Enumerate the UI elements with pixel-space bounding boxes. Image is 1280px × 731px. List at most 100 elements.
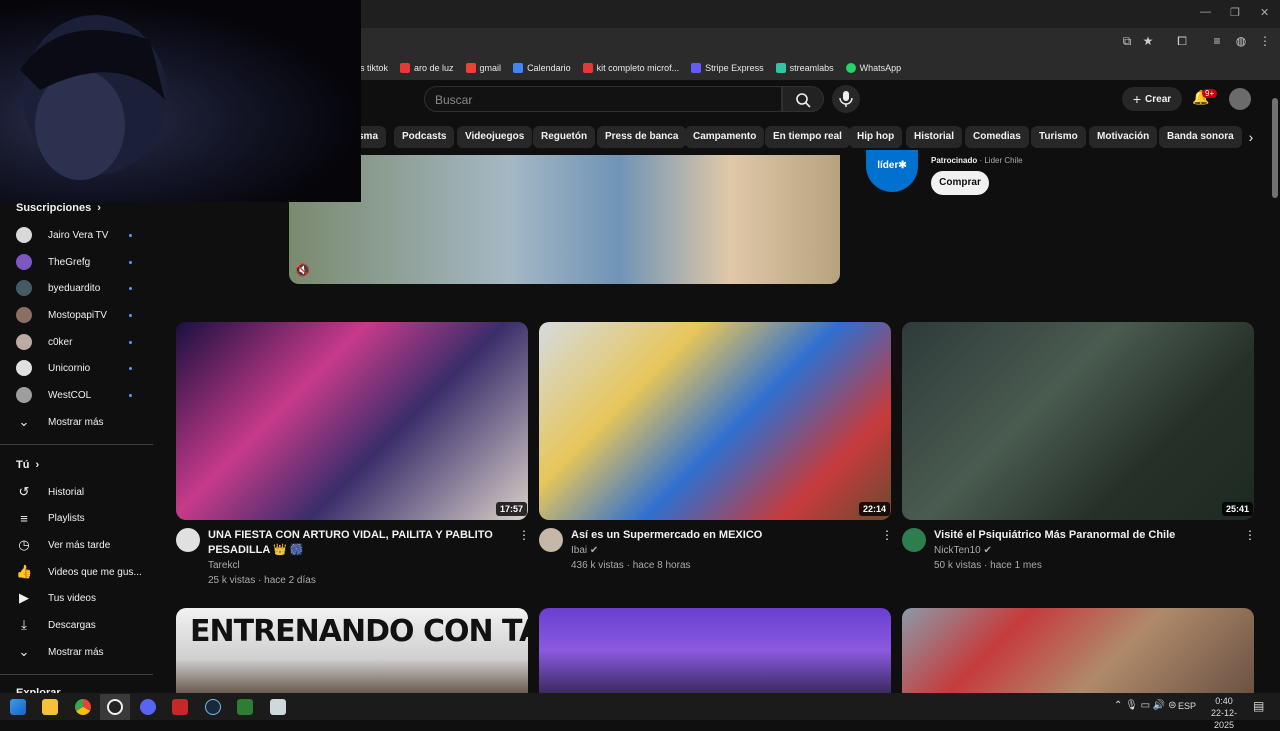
obs-icon[interactable] bbox=[107, 699, 123, 715]
chip[interactable]: Hip hop bbox=[849, 126, 903, 148]
subscriptions-header[interactable]: Suscripciones › bbox=[16, 202, 101, 214]
chip[interactable]: Reguetón bbox=[533, 126, 596, 148]
media-controls-icon[interactable]: ≡ bbox=[1210, 34, 1224, 48]
sidebar-item-liked-videos[interactable]: 👍 Videos que me gus... bbox=[16, 562, 142, 582]
you-header[interactable]: Tú › bbox=[16, 459, 39, 471]
video-channel-row: NickTen10 ✔ bbox=[934, 543, 992, 558]
advertiser-name[interactable]: Lider Chile bbox=[984, 156, 1022, 165]
sidebar-channel[interactable]: Jairo Vera TV bbox=[16, 225, 108, 245]
bookmark-stripe[interactable]: Stripe Express bbox=[691, 63, 764, 73]
calendar-icon bbox=[513, 63, 524, 73]
video-channel-row: Ibai ✔ bbox=[571, 543, 598, 558]
muted-icon[interactable]: 🔇 bbox=[295, 263, 310, 277]
chip[interactable]: Banda sonora bbox=[1159, 126, 1242, 148]
account-avatar[interactable] bbox=[1229, 88, 1251, 110]
channel-name: MostopapiTV bbox=[48, 309, 107, 321]
app-icon[interactable] bbox=[237, 699, 253, 715]
chip[interactable]: Turismo bbox=[1031, 126, 1086, 148]
chip[interactable]: Comedias bbox=[965, 126, 1029, 148]
video-title[interactable]: Así es un Supermercado en MEXICO bbox=[571, 528, 861, 543]
ad-cta-button[interactable]: Comprar bbox=[931, 171, 989, 195]
chip[interactable]: Podcasts bbox=[394, 126, 455, 148]
clock[interactable]: 0:40 22-12-2025 bbox=[1201, 695, 1247, 731]
maximize-icon[interactable]: ❐ bbox=[1230, 6, 1240, 19]
voice-search-button[interactable] bbox=[832, 85, 860, 113]
bookmark-calendario[interactable]: Calendario bbox=[513, 63, 571, 73]
chip[interactable]: Campamento bbox=[685, 126, 765, 148]
channel-name: WestCOL bbox=[48, 389, 92, 401]
minimize-icon[interactable]: — bbox=[1200, 6, 1211, 18]
more-actions-icon[interactable]: ⋮ bbox=[1244, 528, 1256, 542]
video-title[interactable]: UNA FIESTA CON ARTURO VIDAL, PAILITA Y P… bbox=[208, 528, 498, 558]
file-explorer-icon[interactable] bbox=[42, 699, 58, 715]
video-channel[interactable]: Tarekcl bbox=[208, 558, 240, 573]
chip[interactable]: En tiempo real bbox=[765, 126, 850, 148]
language-indicator[interactable]: ESP bbox=[1178, 701, 1196, 711]
windows-start-icon[interactable] bbox=[10, 699, 26, 715]
bookmark-aro-de-luz[interactable]: aro de luz bbox=[400, 63, 454, 73]
video-thumbnail[interactable] bbox=[176, 322, 528, 520]
bookmark-label: gmail bbox=[479, 63, 502, 73]
system-tray[interactable]: ⌃ 🎙 ▭ 🔊 ⊜ bbox=[1114, 700, 1176, 711]
video-channel[interactable]: Ibai bbox=[571, 545, 587, 556]
bookmark-kit-microfono[interactable]: kit completo microf... bbox=[582, 63, 679, 73]
menu-kebab-icon[interactable]: ⋮ bbox=[1258, 34, 1272, 48]
video-thumbnail[interactable] bbox=[539, 322, 891, 520]
chevron-right-icon: › bbox=[97, 202, 101, 214]
notification-center-icon[interactable]: ▤ bbox=[1253, 699, 1264, 713]
sidebar-item-downloads[interactable]: ⤓ Descargas bbox=[16, 615, 96, 635]
profile-icon[interactable]: ◍ bbox=[1234, 34, 1248, 48]
chip[interactable]: Motivación bbox=[1089, 126, 1158, 148]
bookmark-tiktok[interactable]: s tiktok bbox=[360, 63, 388, 73]
bookmark-star-icon[interactable]: ★ bbox=[1141, 34, 1155, 48]
video-channel[interactable]: NickTen10 bbox=[934, 545, 981, 556]
chip[interactable]: Historial bbox=[906, 126, 963, 148]
chrome-icon[interactable] bbox=[75, 699, 91, 715]
video-thumbnail[interactable] bbox=[539, 608, 891, 693]
sidebar-channel[interactable]: c0ker bbox=[16, 332, 72, 352]
bookmark-streamlabs[interactable]: streamlabs bbox=[775, 63, 834, 73]
bookmark-whatsapp[interactable]: WhatsApp bbox=[845, 63, 901, 73]
sidebar-channel[interactable]: MostopapiTV bbox=[16, 305, 107, 325]
search-input[interactable]: Buscar bbox=[424, 86, 782, 112]
sidebar-channel[interactable]: Unicornio bbox=[16, 358, 90, 378]
sidebar-channel[interactable]: WestCOL bbox=[16, 385, 91, 405]
app-icon[interactable] bbox=[270, 699, 286, 715]
sidebar-channel[interactable]: TheGrefg bbox=[16, 252, 90, 272]
close-icon[interactable]: ✕ bbox=[1260, 6, 1269, 19]
more-actions-icon[interactable]: ⋮ bbox=[518, 528, 530, 542]
extensions-icon[interactable]: ⧠ bbox=[1175, 34, 1189, 48]
video-thumbnail[interactable] bbox=[902, 322, 1254, 520]
show-more-subscriptions[interactable]: ⌄ Mostrar más bbox=[16, 412, 104, 432]
channel-avatar[interactable] bbox=[176, 528, 200, 552]
chevron-right-icon[interactable]: › bbox=[1240, 126, 1262, 148]
video-title[interactable]: Visité el Psiquiátrico Más Paranormal de… bbox=[934, 528, 1224, 543]
discord-icon[interactable] bbox=[140, 699, 156, 715]
video-thumbnail[interactable]: ENTRENANDO CON TADE bbox=[176, 608, 528, 693]
install-app-icon[interactable]: ⧉ bbox=[1120, 34, 1134, 48]
search-button[interactable] bbox=[782, 86, 824, 112]
sidebar-item-watch-later[interactable]: ◷ Ver más tarde bbox=[16, 535, 110, 555]
app-icon[interactable] bbox=[172, 699, 188, 715]
chip[interactable]: Videojuegos bbox=[457, 126, 533, 148]
chip[interactable]: Press de banca bbox=[597, 126, 687, 148]
create-button[interactable]: + Crear bbox=[1122, 87, 1182, 111]
channel-avatar[interactable] bbox=[902, 528, 926, 552]
subscriptions-title: Suscripciones bbox=[16, 202, 92, 214]
sponsored-label: Patrocinado bbox=[931, 156, 978, 165]
show-more-you[interactable]: ⌄ Mostrar más bbox=[16, 642, 104, 662]
scrollbar-thumb[interactable] bbox=[1272, 98, 1278, 198]
chevron-down-icon: ⌄ bbox=[18, 414, 30, 429]
more-actions-icon[interactable]: ⋮ bbox=[881, 528, 893, 542]
advertiser-logo[interactable]: líder✱ bbox=[866, 150, 918, 192]
channel-avatar[interactable] bbox=[539, 528, 563, 552]
steam-icon[interactable] bbox=[205, 699, 221, 715]
sidebar-item-your-videos[interactable]: ▶ Tus videos bbox=[16, 588, 96, 608]
bookmark-gmail[interactable]: gmail bbox=[465, 63, 502, 73]
streamlabs-icon bbox=[775, 63, 786, 73]
sidebar-item-history[interactable]: ↺ Historial bbox=[16, 482, 85, 502]
sidebar-item-playlists[interactable]: ≡ Playlists bbox=[16, 508, 84, 528]
video-thumbnail[interactable] bbox=[902, 608, 1254, 693]
sidebar-channel[interactable]: byeduardito bbox=[16, 278, 100, 298]
ad-video[interactable]: 🔇 bbox=[289, 155, 840, 284]
